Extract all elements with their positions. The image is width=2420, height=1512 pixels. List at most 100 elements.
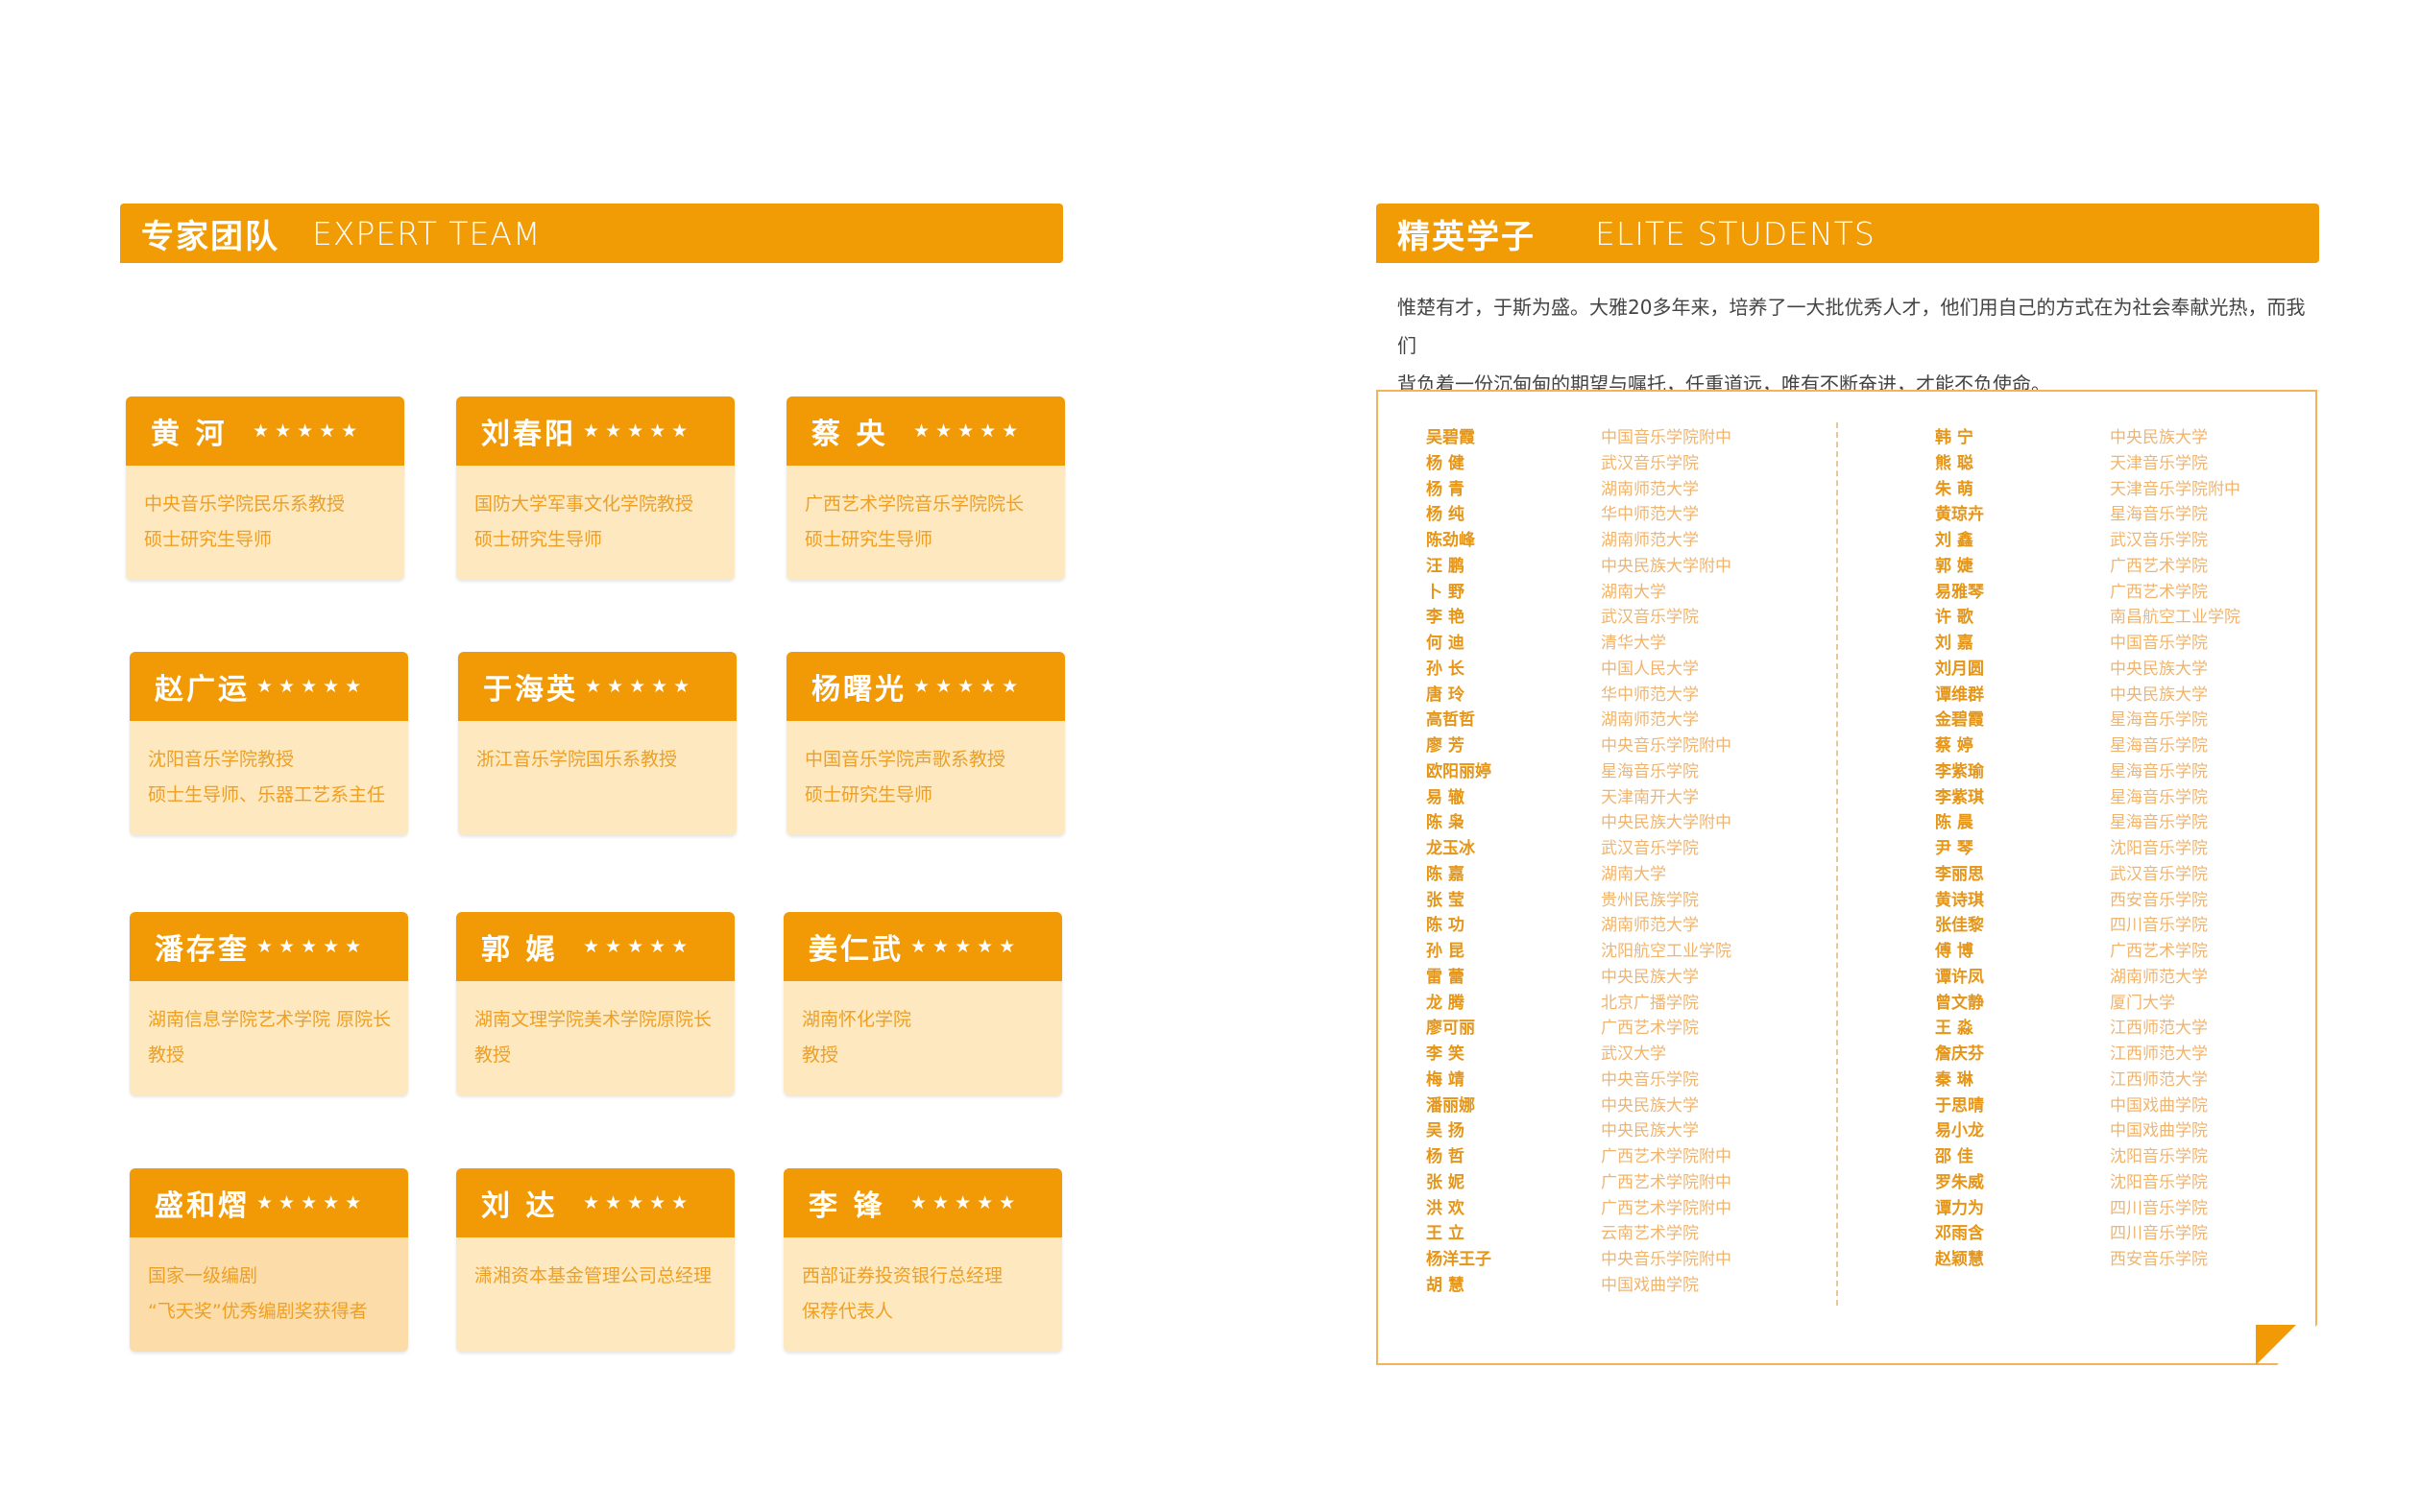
student-school: 湖南师范大学 <box>1601 916 1699 936</box>
student-school: 中央民族大学 <box>1601 1121 1699 1141</box>
student-row: 汪 鹏 中央民族大学附中 <box>1426 554 1731 580</box>
expert-card-header: 姜仁武 ★★★★★ <box>784 912 1062 981</box>
student-school: 星海音乐学院 <box>2110 736 2208 756</box>
expert-card: 姜仁武 ★★★★★ 湖南怀化学院 教授 <box>784 912 1062 1095</box>
student-name: 高哲哲 <box>1426 710 1475 731</box>
elite-students-title-en: ELITE STUDENTS <box>1595 214 1876 252</box>
expert-card-header: 刘春阳 ★★★★★ <box>456 396 735 466</box>
five-star-rating-icon: ★★★★★ <box>583 420 694 442</box>
student-school: 中国人民大学 <box>1601 659 1699 679</box>
student-name: 邵 佳 <box>1935 1147 1973 1166</box>
student-row: 陈 嘉 湖南大学 <box>1426 862 1731 888</box>
expert-card-header: 杨曙光 ★★★★★ <box>786 652 1065 721</box>
student-name: 尹 琴 <box>1935 839 1973 858</box>
student-row: 熊 聪 天津音乐学院 <box>1935 451 2240 477</box>
student-row: 杨 青 湖南师范大学 <box>1426 477 1731 503</box>
expert-title-line: 教授 <box>802 1044 839 1066</box>
student-name: 陈 晨 <box>1935 813 1973 833</box>
student-name: 朱 萌 <box>1935 479 1973 499</box>
expert-card: 杨曙光 ★★★★★ 中国音乐学院声歌系教授 硕士研究生导师 <box>786 652 1065 835</box>
student-name: 陈 枭 <box>1426 813 1464 833</box>
student-name: 欧阳丽婷 <box>1426 761 1491 781</box>
student-school: 湖南师范大学 <box>1601 531 1699 550</box>
student-name: 王 立 <box>1426 1224 1464 1244</box>
student-name: 曾文静 <box>1935 993 1984 1013</box>
student-school: 武汉音乐学院 <box>1601 608 1699 628</box>
student-name: 何 迪 <box>1426 634 1464 653</box>
expert-card-header: 盛和熠 ★★★★★ <box>130 1168 408 1237</box>
student-row: 杨洋王子 中央音乐学院附中 <box>1426 1247 1731 1273</box>
student-school: 江西师范大学 <box>2110 1069 2208 1090</box>
expert-card: 于海英 ★★★★★ 浙江音乐学院国乐系教授 <box>458 652 737 835</box>
expert-name: 于海英 <box>483 673 578 707</box>
student-school: 中国音乐学院 <box>2110 634 2208 653</box>
expert-card: 潘存奎 ★★★★★ 湖南信息学院艺术学院 原院长 教授 <box>130 912 408 1095</box>
student-row: 易 辙 天津南开大学 <box>1426 785 1731 811</box>
student-row: 李紫瑜 星海音乐学院 <box>1935 759 2240 785</box>
student-school: 中央音乐学院附中 <box>1601 1250 1731 1269</box>
student-school: 湖南师范大学 <box>1601 710 1699 731</box>
student-school: 江西师范大学 <box>2110 1044 2208 1064</box>
student-row: 杨 哲 广西艺术学院附中 <box>1426 1144 1731 1170</box>
expert-card-body: 广西艺术学院音乐学院院长 硕士研究生导师 <box>786 466 1065 558</box>
student-school: 星海音乐学院 <box>2110 787 2208 807</box>
expert-card: 蔡 央 ★★★★★ 广西艺术学院音乐学院院长 硕士研究生导师 <box>786 396 1065 580</box>
student-school: 广西艺术学院附中 <box>1601 1198 1731 1218</box>
student-name: 张 妮 <box>1426 1172 1464 1192</box>
student-school: 中国戏曲学院 <box>1601 1275 1699 1295</box>
student-school: 武汉音乐学院 <box>2110 864 2208 884</box>
expert-card-body: 沈阳音乐学院教授 硕士生导师、乐器工艺系主任 <box>130 721 408 813</box>
student-row: 龙玉冰 武汉音乐学院 <box>1426 836 1731 862</box>
expert-title-line: 中央音乐学院民乐系教授 <box>144 493 346 515</box>
five-star-rating-icon: ★★★★★ <box>910 1192 1022 1213</box>
five-star-rating-icon: ★★★★★ <box>913 420 1025 442</box>
student-name: 张 莹 <box>1426 890 1464 910</box>
student-list-right-column: 韩 宁中央民族大学熊 聪天津音乐学院朱 萌天津音乐学院附中 黄琼卉 星海音乐学院刘 … <box>1935 425 2240 1273</box>
student-row: 张 莹 贵州民族学院 <box>1426 888 1731 914</box>
expert-title-line: 教授 <box>148 1044 185 1066</box>
student-name: 谭力为 <box>1935 1198 1984 1218</box>
expert-name: 杨曙光 <box>811 673 907 707</box>
student-school: 华中师范大学 <box>1601 505 1699 525</box>
expert-card-body: 潇湘资本基金管理公司总经理 <box>456 1237 735 1294</box>
student-name: 邓雨含 <box>1935 1224 1984 1244</box>
student-school: 广西艺术学院 <box>1601 1019 1699 1039</box>
student-name: 赵颖慧 <box>1935 1250 1984 1269</box>
student-row: 郭 婕 广西艺术学院 <box>1935 554 2240 580</box>
student-row: 陈劲峰 湖南师范大学 <box>1426 528 1731 554</box>
expert-name: 姜仁武 <box>809 933 904 967</box>
student-row: 谭力为 四川音乐学院 <box>1935 1196 2240 1222</box>
student-row: 刘 嘉 中国音乐学院 <box>1935 631 2240 657</box>
student-name: 李丽思 <box>1935 864 1984 884</box>
expert-card-body: 湖南文理学院美术学院原院长 教授 <box>456 981 735 1073</box>
student-row: 谭许凤 湖南师范大学 <box>1935 965 2240 991</box>
expert-name: 刘 达 <box>481 1189 558 1223</box>
student-name: 洪 欢 <box>1426 1198 1464 1218</box>
five-star-rating-icon: ★★★★★ <box>256 936 368 957</box>
elite-intro-line: 惟楚有才，于斯为盛。大雅20多年来，培养了一大批优秀人才，他们用自己的方式在为社… <box>1397 296 2306 357</box>
student-row: 雷 蕾 中央民族大学 <box>1426 965 1731 991</box>
elite-intro-paragraph: 惟楚有才，于斯为盛。大雅20多年来，培养了一大批优秀人才，他们用自己的方式在为社… <box>1397 288 2319 403</box>
student-school: 湖南大学 <box>1601 582 1666 602</box>
student-name: 王 淼 <box>1935 1019 1973 1039</box>
student-name: 易雅琴 <box>1935 582 1984 602</box>
student-row: 邵 佳 沈阳音乐学院 <box>1935 1144 2240 1170</box>
five-star-rating-icon: ★★★★★ <box>256 676 368 697</box>
expert-card-body: 中国音乐学院声歌系教授 硕士研究生导师 <box>786 721 1065 813</box>
student-school: 广西艺术学院 <box>2110 556 2208 576</box>
student-name: 廖 芳 <box>1426 736 1464 756</box>
student-name: 熊 聪 <box>1935 453 1973 473</box>
student-row: 杨 健 武汉音乐学院 <box>1426 451 1731 477</box>
student-row: 曾文静 厦门大学 <box>1935 991 2240 1017</box>
elite-students-title-cn: 精英学子 <box>1397 217 1536 256</box>
student-row: 卜 野 湖南大学 <box>1426 580 1731 606</box>
expert-card: 李 锋 ★★★★★ 西部证券投资银行总经理 保荐代表人 <box>784 1168 1062 1352</box>
student-name: 唐 玲 <box>1426 684 1464 705</box>
expert-title-line: 广西艺术学院音乐学院院长 <box>805 493 1025 515</box>
student-row: 何 迪 清华大学 <box>1426 631 1731 657</box>
student-row: 廖可丽 广西艺术学院 <box>1426 1016 1731 1042</box>
expert-title-line: 西部证券投资银行总经理 <box>802 1265 1004 1286</box>
student-school: 中央民族大学 <box>2110 428 2208 447</box>
expert-title-line: 国家一级编剧 <box>148 1265 258 1286</box>
five-star-rating-icon: ★★★★★ <box>910 936 1022 957</box>
